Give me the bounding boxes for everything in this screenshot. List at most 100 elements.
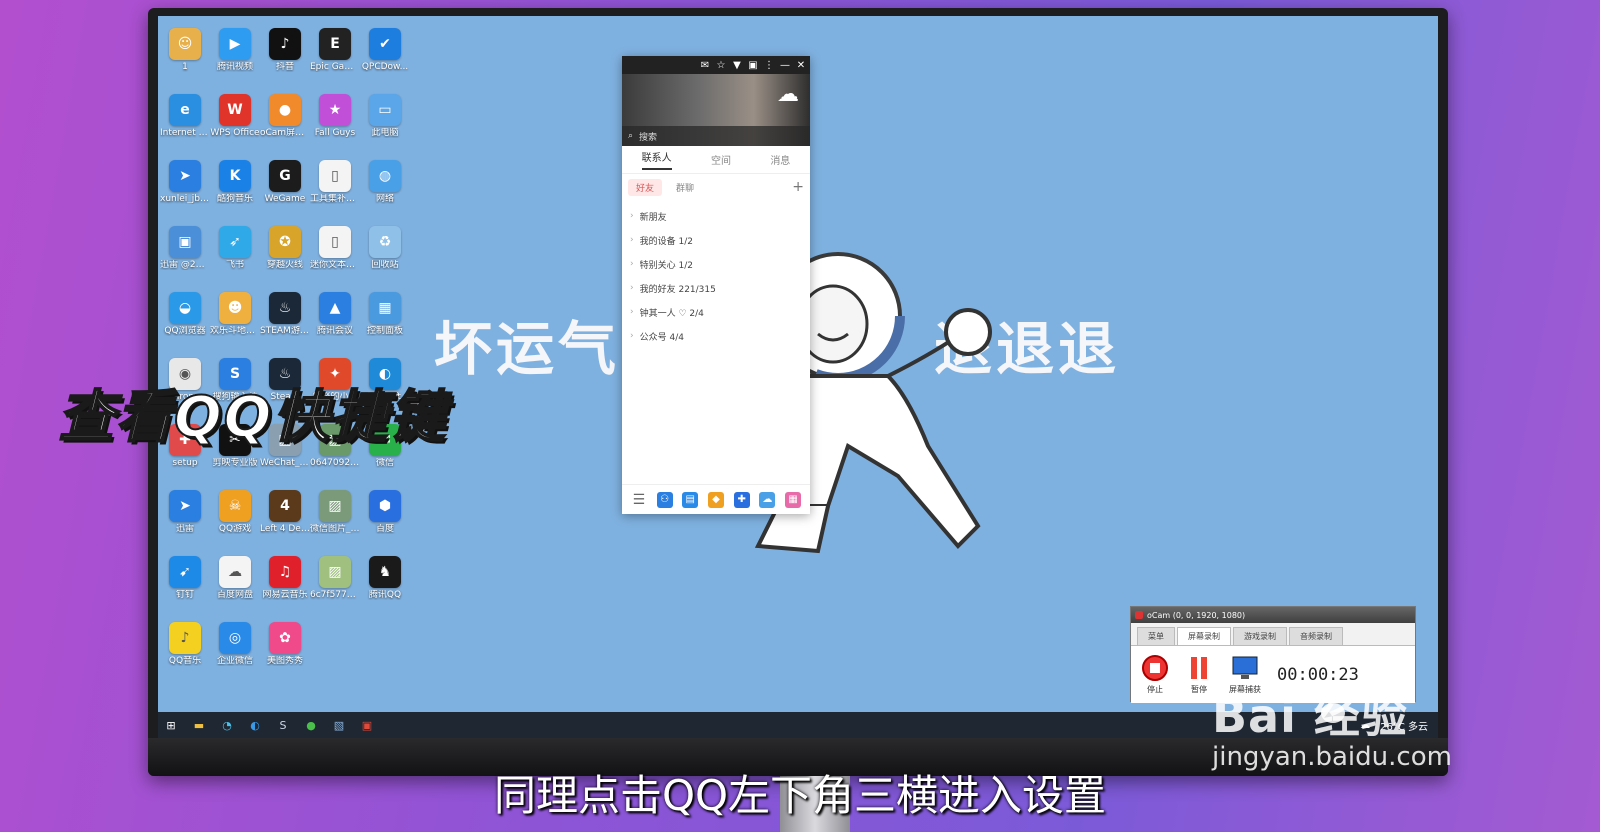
desktop-icon-label: Internet Explorer <box>160 128 210 138</box>
desktop-icon[interactable]: ▭ 此电脑 <box>360 94 410 138</box>
minimize-icon[interactable]: — <box>780 60 790 71</box>
desktop-icon[interactable]: ▶ 腾讯视频 <box>210 28 260 72</box>
desktop-icon[interactable]: 4 Left 4 Dead 2 <box>260 490 310 534</box>
qq-main-window[interactable]: ✉ ☆ ▼ ▣ ⋮ — ✕ ☁ ⌕ 搜索 联系人 空间 消息 好友 群聊 + ›… <box>622 56 810 514</box>
desktop-icon[interactable]: ♞ 腾讯QQ <box>360 556 410 600</box>
qq-browser-taskbar-icon[interactable]: ◔ <box>220 718 234 732</box>
desktop-icon-label: 飞书 <box>225 260 244 270</box>
more-icon[interactable]: ⋮ <box>764 60 774 71</box>
desktop-icon[interactable]: ✪ 穿越火线 <box>260 226 310 270</box>
ocam-tab-menu[interactable]: 菜单 <box>1137 627 1175 645</box>
monitor-icon <box>1231 654 1259 682</box>
desktop-icon[interactable]: ➹ 钉钉 <box>160 556 210 600</box>
desktop-icon[interactable]: W WPS Office <box>210 94 260 138</box>
desktop-icon[interactable]: ◍ 网络 <box>360 160 410 204</box>
desktop-icon[interactable]: ♻ 回收站 <box>360 226 410 270</box>
desktop-icon[interactable]: ★ Fall Guys <box>310 94 360 138</box>
pause-button[interactable]: 暂停 <box>1185 654 1213 695</box>
desktop-icon-label: 百度 <box>375 524 394 534</box>
ocam-tab-game[interactable]: 游戏录制 <box>1233 627 1287 645</box>
tab-contacts[interactable]: 联系人 <box>641 149 672 170</box>
desktop-icon[interactable]: ♫ 网易云音乐 <box>260 556 310 600</box>
desktop-icon[interactable]: ▣ 迅雷 @27906... <box>160 226 210 270</box>
desktop-icon[interactable]: ● oCam屏幕录像 <box>260 94 310 138</box>
chevron-right-icon: › <box>630 235 634 245</box>
group-my-friends[interactable]: › 我的好友 221/315 <box>622 276 810 300</box>
qq-search-bar[interactable]: ⌕ 搜索 <box>622 126 810 146</box>
tab-zone[interactable]: 空间 <box>711 152 731 167</box>
file-icon[interactable]: ▤ <box>682 491 699 508</box>
group-new-friends[interactable]: › 新朋友 <box>622 204 810 228</box>
add-friend-icon[interactable]: ⚇ <box>656 491 673 508</box>
group-special-care[interactable]: › 特别关心 1/2 <box>622 252 810 276</box>
desktop-icon[interactable]: e Internet Explorer <box>160 94 210 138</box>
shield-icon: ✔ <box>369 28 401 60</box>
tab-messages[interactable]: 消息 <box>770 152 790 167</box>
group-my-devices[interactable]: › 我的设备 1/2 <box>622 228 810 252</box>
close-icon[interactable]: ✕ <box>796 60 806 71</box>
desktop-icon[interactable]: ☁ 百度网盘 <box>210 556 260 600</box>
cloud-icon[interactable]: ☁ <box>759 491 776 508</box>
file-explorer-icon[interactable]: ▬ <box>192 718 206 732</box>
shirt-icon[interactable]: ▼ <box>732 60 742 71</box>
desktop-icon[interactable]: E Epic Games Launcher <box>310 28 360 72</box>
desktop-icon[interactable]: ➤ xunlei_jbo... <box>160 160 210 204</box>
desktop-icon[interactable]: ▨ 微信图片_2022030... <box>310 490 360 534</box>
desktop-icon-label: 企业微信 <box>216 656 253 666</box>
desktop-icon[interactable]: ☺ 1 <box>160 28 210 72</box>
desktop-icon[interactable]: ☻ 欢乐斗地主(手游电脑版) <box>210 292 260 336</box>
edge-taskbar-icon[interactable]: ◐ <box>248 718 262 732</box>
desktop-icon[interactable]: ✿ 美图秀秀 <box>260 622 310 666</box>
file-icon: ▯ <box>319 160 351 192</box>
desktop-icon-label: 微信 <box>375 458 394 468</box>
group-official-accounts[interactable]: › 公众号 4/4 <box>622 324 810 348</box>
desktop-icon[interactable]: ☠ QQ游戏 <box>210 490 260 534</box>
desktop-icon[interactable]: ♪ 抖音 <box>260 28 310 72</box>
wechat-taskbar-icon[interactable]: ● <box>304 718 318 732</box>
desktop-icon[interactable]: G WeGame <box>260 160 310 204</box>
game-center-icon[interactable]: ◆ <box>707 491 724 508</box>
desktop-icon-label: Fall Guys <box>314 128 356 138</box>
ocam-taskbar-icon[interactable]: ▣ <box>360 718 374 732</box>
calendar-icon[interactable]: ▣ <box>748 60 758 71</box>
notepad-taskbar-icon[interactable]: ▧ <box>332 718 346 732</box>
subtab-friends[interactable]: 好友 <box>628 178 663 196</box>
weather-icon[interactable]: ☁ <box>770 82 806 112</box>
desktop-icon-label: 网易云音乐 <box>262 590 308 600</box>
desktop-icon-label: 抖音 <box>275 62 294 72</box>
mail-icon[interactable]: ✉ <box>700 60 710 71</box>
desktop-icon[interactable]: ◎ 企业微信 <box>210 622 260 666</box>
desktop-icon[interactable]: ▯ 迷你文本播放 <box>310 226 360 270</box>
desktop-icon[interactable]: ▯ 工具集补丁... <box>310 160 360 204</box>
stop-button[interactable]: 停止 <box>1141 654 1169 695</box>
star-icon[interactable]: ☆ <box>716 60 726 71</box>
qqmusic-icon: ♪ <box>169 622 201 654</box>
desktop-icon[interactable]: ✔ QPCDow... <box>360 28 410 72</box>
fallguys-icon: ★ <box>319 94 351 126</box>
desktop-icon[interactable]: ♪ QQ音乐 <box>160 622 210 666</box>
ocam-tab-screen[interactable]: 屏幕录制 <box>1177 627 1231 645</box>
desktop-icon[interactable]: ▨ 6c7f5776... <box>310 556 360 600</box>
sogou-taskbar-icon[interactable]: S <box>276 718 290 732</box>
subtab-groups[interactable]: 群聊 <box>668 179 702 196</box>
ocam-tab-audio[interactable]: 音频录制 <box>1289 627 1343 645</box>
apps-icon[interactable]: ▦ <box>785 491 802 508</box>
wework-icon: ◎ <box>219 622 251 654</box>
desktop-icon-label: 美图秀秀 <box>266 656 303 666</box>
desktop-icon-label: QQ游戏 <box>218 524 252 534</box>
desktop-icon[interactable]: K 酷狗音乐 <box>210 160 260 204</box>
desktop-icon[interactable]: ➤ 迅雷 <box>160 490 210 534</box>
desktop-icon[interactable]: ➶ 飞书 <box>210 226 260 270</box>
gamepad-icon[interactable]: ✚ <box>733 491 750 508</box>
desktop-icon[interactable]: ⬢ 百度 <box>360 490 410 534</box>
desktop-icon[interactable]: ▲ 腾讯会议 <box>310 292 360 336</box>
desktop-icon[interactable]: ◒ QQ浏览器 <box>160 292 210 336</box>
add-icon[interactable]: + <box>792 179 804 195</box>
windows-start-icon[interactable]: ⊞ <box>164 718 178 732</box>
group-custom[interactable]: › 钟其一人 ♡ 2/4 <box>622 300 810 324</box>
l4d2-icon: 4 <box>269 490 301 522</box>
main-menu-icon[interactable]: ☰ <box>631 492 647 508</box>
user-icon: ☺ <box>169 28 201 60</box>
desktop-icon[interactable]: ♨ STEAM游戏中心 <box>260 292 310 336</box>
desktop-icon[interactable]: ▦ 控制面板 <box>360 292 410 336</box>
